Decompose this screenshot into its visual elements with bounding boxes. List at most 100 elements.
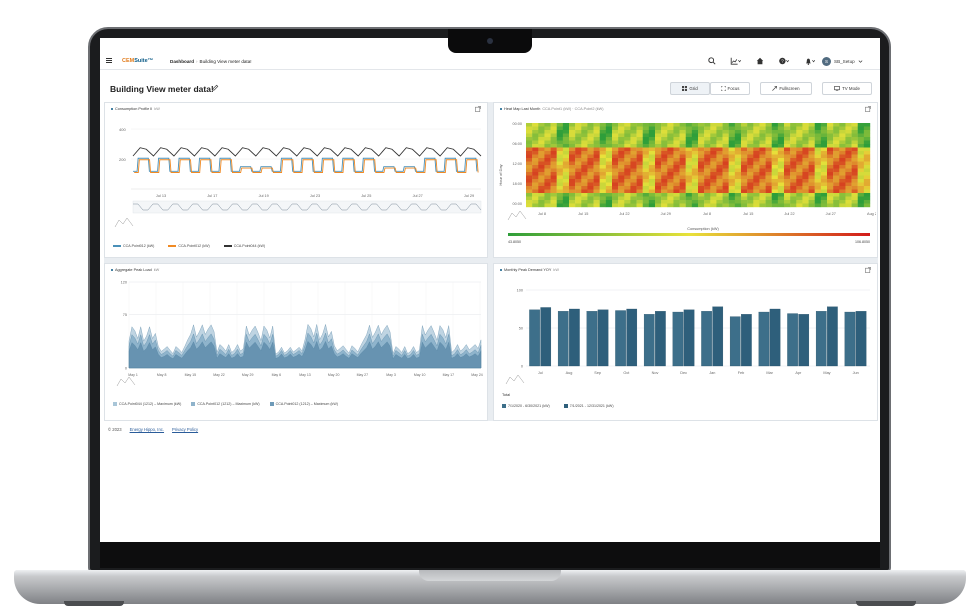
heat-cell xyxy=(833,123,840,127)
legend-item[interactable]: CCA.Point044 (1212) – Maximum (kW) xyxy=(113,402,181,407)
search-icon[interactable] xyxy=(708,57,716,65)
heat-cell xyxy=(605,140,613,145)
heat-cell xyxy=(851,133,858,138)
bell-icon[interactable] xyxy=(804,57,816,65)
heat-cell xyxy=(679,203,686,208)
legend-item[interactable]: CCA.Point044 (kW) xyxy=(223,244,265,248)
bar[interactable] xyxy=(643,314,655,367)
grid-view-button[interactable]: Grid xyxy=(670,82,710,95)
legend-item[interactable]: CCA.Point012 (kW) xyxy=(168,244,210,248)
heat-cell xyxy=(691,151,699,155)
bar[interactable] xyxy=(729,316,741,367)
bar[interactable] xyxy=(855,311,867,367)
heat-cell xyxy=(790,158,797,162)
tv-mode-button[interactable]: TV Mode xyxy=(822,82,872,95)
heat-cell xyxy=(636,168,643,173)
heat-cell xyxy=(796,193,803,197)
fullscreen-button[interactable]: Fullscreen xyxy=(760,82,812,95)
bar[interactable] xyxy=(655,311,666,367)
bar[interactable] xyxy=(701,311,712,367)
heat-cell xyxy=(741,200,748,204)
bar[interactable] xyxy=(712,306,724,367)
help-icon[interactable]: ? xyxy=(778,57,790,65)
heat-cell xyxy=(612,189,619,194)
heat-cell xyxy=(593,161,600,166)
legend-item[interactable]: 7/1/2021 - 12/31/2021 (kW) xyxy=(563,404,614,409)
heat-cell xyxy=(556,140,564,145)
heat-cell xyxy=(655,168,662,173)
heat-cell xyxy=(593,144,600,148)
bar[interactable] xyxy=(540,307,552,367)
heat-cell xyxy=(722,144,729,148)
bar[interactable] xyxy=(557,311,569,367)
heat-cell xyxy=(526,140,533,145)
bar[interactable] xyxy=(741,314,752,367)
heat-cell xyxy=(790,151,797,155)
open-external-icon[interactable] xyxy=(865,106,871,112)
bar[interactable] xyxy=(597,309,609,367)
bar[interactable] xyxy=(798,314,810,367)
bar[interactable] xyxy=(758,311,770,367)
heat-cell xyxy=(618,161,625,166)
heat-cell xyxy=(544,133,551,138)
bar[interactable] xyxy=(615,310,626,367)
heat-cell xyxy=(722,137,729,141)
bar[interactable] xyxy=(815,311,827,367)
focus-view-button[interactable]: Focus xyxy=(710,82,750,95)
heat-cell xyxy=(765,165,772,169)
heat-cell xyxy=(538,172,545,176)
heat-cell xyxy=(747,175,754,180)
pencil-icon[interactable] xyxy=(211,84,219,92)
heat-cell xyxy=(544,161,551,166)
heat-cell xyxy=(716,203,723,208)
legend-item[interactable]: CCA.Point012 (1212) – Maximum (kW) xyxy=(269,402,338,407)
legend-item[interactable]: 7/1/2020 - 6/30/2021 (kW) xyxy=(502,404,550,409)
x-tick-label: Jul 23 xyxy=(310,194,320,198)
x-tick-label: Jul 8 xyxy=(703,212,711,216)
open-external-icon[interactable] xyxy=(475,106,481,112)
bar[interactable] xyxy=(569,308,580,367)
heat-cell xyxy=(734,186,742,190)
heat-cell xyxy=(759,179,766,183)
bar[interactable] xyxy=(529,309,540,367)
heat-cell xyxy=(784,175,791,180)
open-external-icon[interactable] xyxy=(865,267,871,273)
heat-cell xyxy=(784,168,791,173)
legend-item[interactable]: CCA.Point012 (1212) – Maximum (kW) xyxy=(191,402,260,407)
heat-cell xyxy=(655,147,662,152)
heat-cell xyxy=(808,200,815,204)
breadcrumb-dashboard[interactable]: Dashboard xyxy=(170,59,194,64)
heat-cell xyxy=(679,193,686,197)
bar[interactable] xyxy=(683,309,695,367)
bar[interactable] xyxy=(672,311,684,367)
heat-cell xyxy=(599,126,607,131)
heat-cell xyxy=(716,168,723,173)
heat-cell xyxy=(550,140,557,145)
monthly-peak-demand-panel: Monthly Peak Demand YOY kW 100 50 0 Jul Aug S… xyxy=(493,263,878,421)
bar[interactable] xyxy=(827,306,838,367)
mini-nav-glyph xyxy=(116,376,136,387)
heat-cell xyxy=(562,172,570,176)
brand-logo[interactable]: CEMSuite™ xyxy=(122,58,153,64)
privacy-policy-link[interactable]: Privacy Policy xyxy=(172,427,198,432)
heat-cell xyxy=(827,203,834,208)
heat-cell xyxy=(722,189,729,194)
bar[interactable] xyxy=(769,308,781,367)
heat-cell xyxy=(661,161,668,166)
company-link[interactable]: Energy Hippo, Inc. xyxy=(130,427,164,432)
home-icon[interactable] xyxy=(756,57,764,65)
bar[interactable] xyxy=(844,311,856,367)
hamburger-menu-icon[interactable] xyxy=(106,58,112,64)
heat-cell xyxy=(851,154,858,159)
heat-cell xyxy=(790,186,797,190)
bar[interactable] xyxy=(586,311,598,367)
bar[interactable] xyxy=(787,313,798,367)
heat-cell xyxy=(814,161,822,166)
heat-cell xyxy=(765,123,772,127)
bar[interactable] xyxy=(626,308,638,367)
heat-cell xyxy=(532,123,539,127)
legend-item[interactable]: CCA.Point012 (kW) xyxy=(113,244,154,248)
user-menu[interactable]: S SB_Setup xyxy=(822,57,863,66)
heat-cell xyxy=(716,123,723,127)
chart-dropdown-icon[interactable] xyxy=(730,57,742,65)
